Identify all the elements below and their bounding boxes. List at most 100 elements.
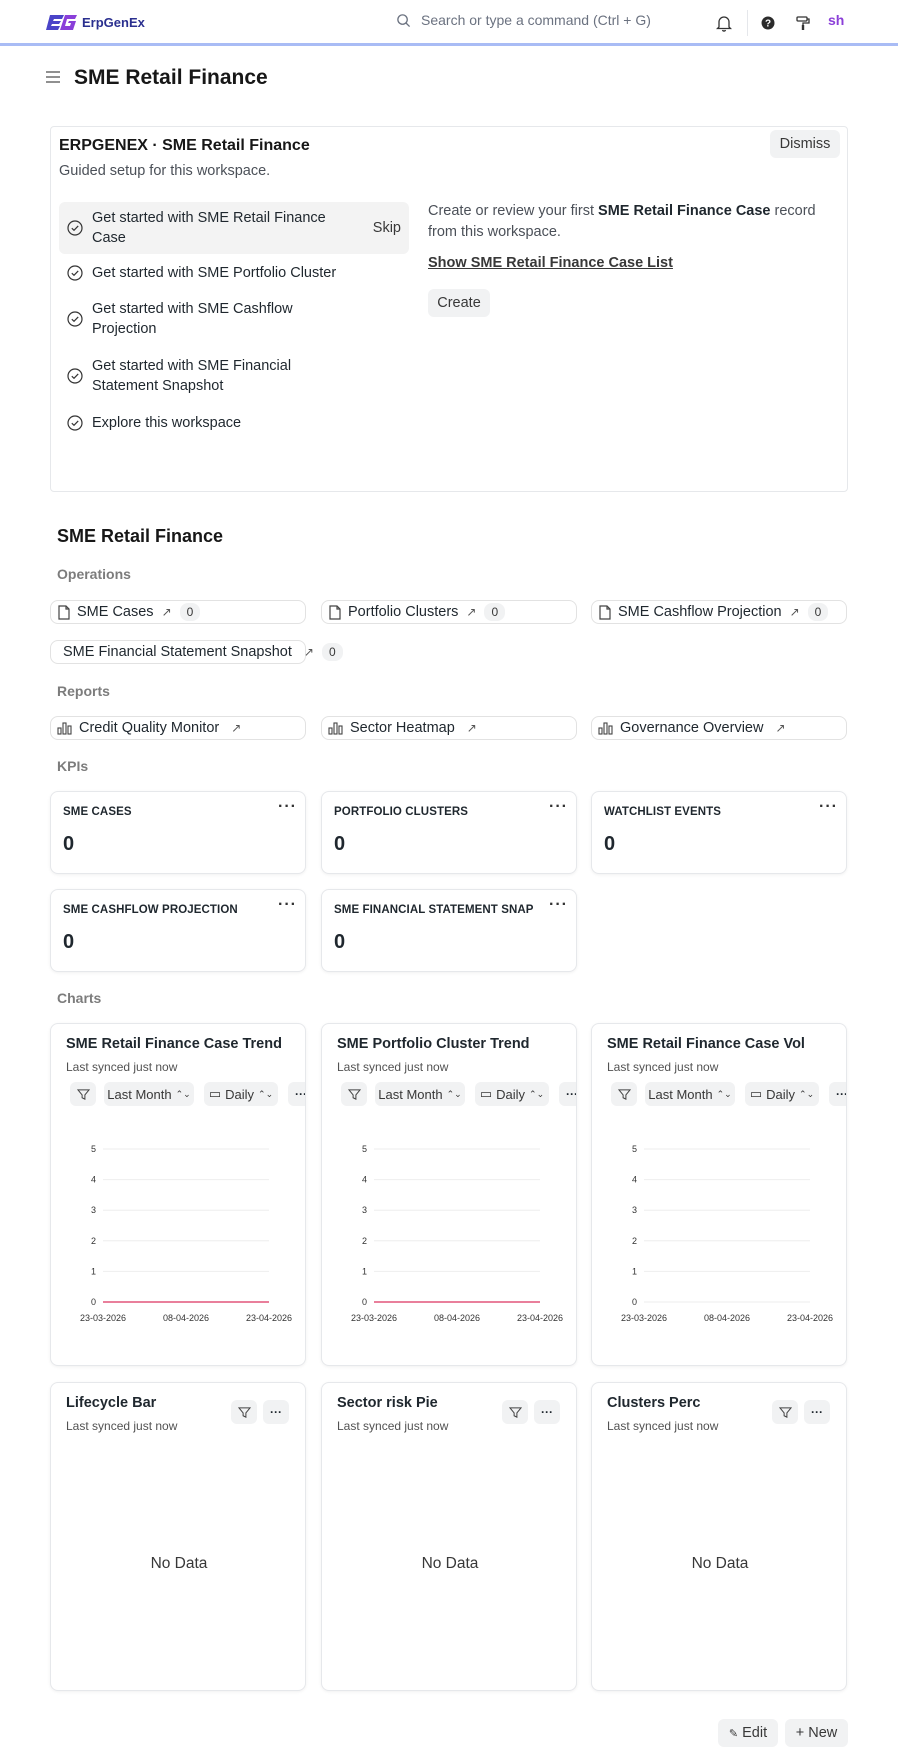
onboarding-step-1[interactable]: Get started with SME Retail Finance Case… xyxy=(59,202,409,254)
more-options-icon[interactable]: ··· xyxy=(819,798,838,816)
paint-roller-icon[interactable] xyxy=(793,13,813,33)
create-button[interactable]: Create xyxy=(428,289,490,317)
filter-icon[interactable] xyxy=(231,1400,257,1424)
arrow-up-right-icon: ↗ xyxy=(466,721,477,735)
report-sector-heatmap[interactable]: Sector Heatmap ↗ xyxy=(321,716,577,740)
x-tick-label: 23-04-2026 xyxy=(246,1313,292,1323)
edit-button[interactable]: ✎ Edit xyxy=(718,1719,778,1747)
chart-title: Clusters Perc xyxy=(607,1395,701,1411)
y-tick-label: 3 xyxy=(362,1205,367,1215)
kpi-card-portfolio-clusters: PORTFOLIO CLUSTERS ··· 0 xyxy=(321,791,577,874)
arrow-up-right-icon: ↗ xyxy=(775,721,786,735)
kpi-card-sme-cashflow-projection: SME CASHFLOW PROJECTION ··· 0 xyxy=(50,889,306,972)
y-tick-label: 5 xyxy=(362,1144,367,1154)
check-circle-icon xyxy=(67,415,83,431)
y-tick-label: 1 xyxy=(632,1266,637,1276)
chart-card-case-volume: SME Retail Finance Case Vol Last synced … xyxy=(591,1023,847,1366)
more-options-icon[interactable]: ··· xyxy=(549,896,568,914)
filter-icon[interactable] xyxy=(70,1082,96,1106)
x-tick-label: 08-04-2026 xyxy=(704,1313,750,1323)
bar-chart-icon xyxy=(328,722,343,735)
date-range-select[interactable]: Last Month ⌃⌄ xyxy=(104,1082,194,1106)
report-governance-overview[interactable]: Governance Overview ↗ xyxy=(591,716,847,740)
shortcut-sme-cashflow-projection[interactable]: SME Cashflow Projection ↗ 0 xyxy=(591,600,847,624)
chevron-updown-icon: ⌃⌄ xyxy=(446,1088,462,1099)
onboarding-step-4[interactable]: Get started with SME Financial Statement… xyxy=(59,355,409,397)
chart-sync-status: Last synced just now xyxy=(337,1419,449,1433)
search-placeholder: Search or type a command (Ctrl + G) xyxy=(421,12,651,28)
chart-sync-status: Last synced just now xyxy=(337,1060,449,1074)
y-tick-label: 1 xyxy=(362,1266,367,1276)
shortcut-sme-cases[interactable]: SME Cases ↗ 0 xyxy=(50,600,306,624)
filter-icon[interactable] xyxy=(502,1400,528,1424)
notification-bell-icon[interactable] xyxy=(714,13,734,33)
navbar: ErpGenEx Search or type a command (Ctrl … xyxy=(0,0,898,46)
date-range-select[interactable]: Last Month ⌃⌄ xyxy=(645,1082,735,1106)
onboarding-step-label: Get started with SME Portfolio Cluster xyxy=(92,265,337,281)
bar-chart-icon xyxy=(57,722,72,735)
more-options-icon[interactable]: ··· xyxy=(559,1082,576,1106)
help-icon[interactable]: ? xyxy=(758,13,778,33)
more-options-icon[interactable]: ··· xyxy=(263,1400,289,1424)
user-avatar[interactable]: sh xyxy=(828,12,844,28)
onboarding-step-5[interactable]: Explore this workspace xyxy=(59,412,409,434)
section-kpis: KPIs xyxy=(57,758,89,774)
shortcut-portfolio-clusters[interactable]: Portfolio Clusters ↗ 0 xyxy=(321,600,577,624)
shortcut-sme-financial-statement-snapshot[interactable]: SME Financial Statement Snapshot ↗ 0 xyxy=(50,640,343,664)
onboarding-step-label: Get started with SME Cashflow Projection xyxy=(92,301,293,337)
onboarding-step-2[interactable]: Get started with SME Portfolio Cluster xyxy=(59,262,409,284)
y-tick-label: 4 xyxy=(632,1175,637,1185)
filter-icon[interactable] xyxy=(772,1400,798,1424)
chevron-updown-icon: ⌃⌄ xyxy=(716,1088,732,1099)
more-options-icon[interactable]: ··· xyxy=(804,1400,830,1424)
date-range-select[interactable]: Last Month ⌃⌄ xyxy=(375,1082,465,1106)
y-tick-label: 2 xyxy=(632,1236,637,1246)
section-reports: Reports xyxy=(57,683,110,699)
chevron-updown-icon: ⌃⌄ xyxy=(258,1088,274,1099)
y-tick-label: 4 xyxy=(362,1175,367,1185)
onboarding-step-3[interactable]: Get started with SME Cashflow Projection xyxy=(59,298,409,340)
more-options-icon[interactable]: ··· xyxy=(278,896,297,914)
chart-sync-status: Last synced just now xyxy=(607,1060,719,1074)
chart-card-portfolio-cluster-trend: SME Portfolio Cluster Trend Last synced … xyxy=(321,1023,577,1366)
more-options-icon[interactable]: ··· xyxy=(278,798,297,816)
chart-card-sector-risk-pie: Sector risk Pie Last synced just now ···… xyxy=(321,1382,577,1691)
interval-select[interactable]: ▭ Daily ⌃⌄ xyxy=(475,1082,549,1106)
more-options-icon[interactable]: ··· xyxy=(549,798,568,816)
new-button[interactable]: + New xyxy=(785,1719,848,1747)
document-icon xyxy=(599,604,611,620)
interval-select[interactable]: ▭ Daily ⌃⌄ xyxy=(745,1082,819,1106)
filter-icon[interactable] xyxy=(611,1082,637,1106)
onboarding-description: Create or review your first SME Retail F… xyxy=(428,203,816,240)
search-icon xyxy=(397,13,411,27)
dismiss-button[interactable]: Dismiss xyxy=(770,130,840,158)
chevron-updown-icon: ⌃⌄ xyxy=(529,1088,545,1099)
more-options-icon[interactable]: ··· xyxy=(534,1400,560,1424)
show-case-list-link[interactable]: Show SME Retail Finance Case List xyxy=(428,255,673,271)
chart-title: Sector risk Pie xyxy=(337,1395,438,1411)
chart-card-lifecycle-bar: Lifecycle Bar Last synced just now ··· N… xyxy=(50,1382,306,1691)
y-tick-label: 0 xyxy=(632,1297,637,1307)
search-bar[interactable]: Search or type a command (Ctrl + G) xyxy=(396,12,651,28)
y-tick-label: 3 xyxy=(91,1205,96,1215)
calendar-icon: ▭ xyxy=(749,1086,763,1101)
y-tick-label: 5 xyxy=(632,1144,637,1154)
edit-icon: ✎ xyxy=(728,1727,739,1740)
interval-select[interactable]: ▭ Daily ⌃⌄ xyxy=(204,1082,278,1106)
chart-sync-status: Last synced just now xyxy=(66,1060,178,1074)
more-options-icon[interactable]: ··· xyxy=(829,1082,846,1106)
more-options-icon[interactable]: ··· xyxy=(288,1082,305,1106)
section-operations: Operations xyxy=(57,566,131,582)
onboarding-step-label: Get started with SME Financial Statement… xyxy=(92,358,292,394)
arrow-up-right-icon: ↗ xyxy=(466,605,477,619)
report-credit-quality-monitor[interactable]: Credit Quality Monitor ↗ xyxy=(50,716,306,740)
count-badge: 0 xyxy=(807,603,829,621)
onboarding-card: ERPGENEX · SME Retail Finance Guided set… xyxy=(50,126,848,492)
brand-logo[interactable]: ErpGenEx xyxy=(46,12,145,32)
filter-icon[interactable] xyxy=(341,1082,367,1106)
kpi-card-sme-cases: SME CASES ··· 0 xyxy=(50,791,306,874)
skip-button[interactable]: Skip xyxy=(373,220,401,236)
sidebar-toggle-icon[interactable] xyxy=(46,70,60,89)
onboarding-title: ERPGENEX · SME Retail Finance xyxy=(59,137,310,154)
count-badge: 0 xyxy=(484,603,506,621)
